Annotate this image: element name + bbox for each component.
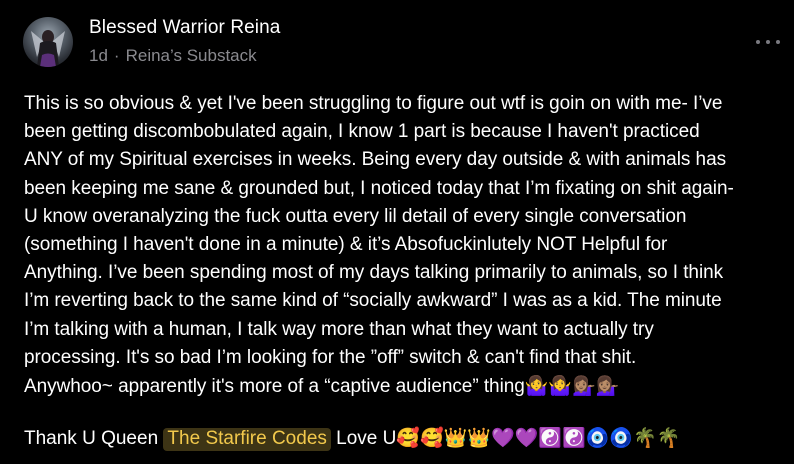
body-emojis: 🤷‍♀️🤷‍♀️💁🏽‍♀️💁🏽‍♀️ (524, 375, 620, 398)
mention-link[interactable]: The Starfire Codes (163, 428, 331, 451)
post-meta: 1d · Reina’s Substack (89, 46, 257, 66)
post-body: This is so obvious & yet I've been strug… (24, 90, 794, 401)
body-line: U know overanalyzing the fuck outta ever… (24, 205, 687, 227)
body-line-text: Anywhoo~ apparently it's more of a “capt… (24, 376, 525, 398)
author-name[interactable]: Blessed Warrior Reina (89, 17, 280, 39)
post-age[interactable]: 1d (89, 46, 108, 65)
body-line: I’m talking with a human, I talk way mor… (24, 318, 654, 340)
more-dot (756, 40, 760, 44)
avatar-image (31, 30, 65, 67)
more-dot (776, 40, 780, 44)
body-line: processing. It's so bad I’m looking for … (24, 346, 637, 368)
footer-prefix: Thank U Queen (24, 428, 164, 449)
body-line: This is so obvious & yet I've been strug… (24, 93, 723, 114)
body-line: (something I haven't done in a minute) &… (24, 234, 668, 256)
body-line: Anything. I’ve been spending most of my … (24, 262, 724, 284)
more-options-icon[interactable] (756, 32, 780, 52)
body-line: been getting discombobulated again, I kn… (24, 121, 700, 143)
footer-suffix: Love U (330, 428, 397, 449)
footer-emojis: 🥰🥰👑👑💜💜☯️☯️🧿🧿🌴🌴 (396, 427, 681, 449)
more-dot (766, 40, 770, 44)
body-line: been keeping me sane & grounded but, I n… (24, 177, 734, 199)
author-avatar[interactable] (23, 17, 73, 67)
body-line: I’m reverting back to the same kind of “… (24, 290, 722, 312)
publication-name[interactable]: Reina’s Substack (126, 46, 257, 65)
note-card: Blessed Warrior Reina 1d · Reina’s Substac… (0, 0, 794, 464)
post-footer: Thank U Queen The Starfire Codes Love U🥰… (24, 424, 680, 453)
body-line: Anywhoo~ apparently it's more of a “capt… (24, 372, 794, 401)
body-line: ANY of my Spiritual exercises in weeks. … (24, 149, 727, 171)
meta-separator: · (113, 46, 120, 65)
